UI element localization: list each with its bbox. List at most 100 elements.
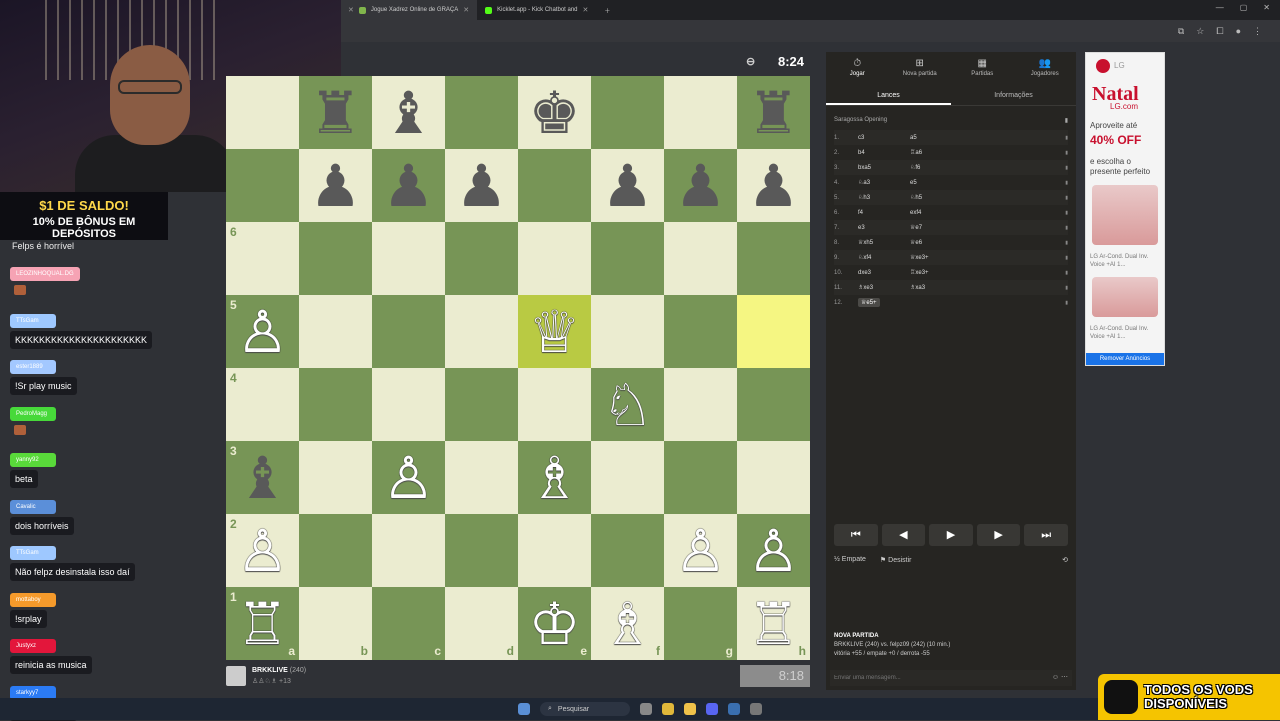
black-piece[interactable]: ♟	[748, 157, 800, 215]
square-c3[interactable]: ♙	[372, 441, 445, 514]
white-move[interactable]: ♕xh5	[858, 239, 910, 246]
square-f2[interactable]	[591, 514, 664, 587]
white-move[interactable]: ♕e5+	[858, 298, 880, 307]
black-piece[interactable]: ♝	[237, 449, 289, 507]
white-piece[interactable]: ♘	[602, 376, 654, 434]
white-move[interactable]: dxe3	[858, 270, 910, 276]
play-button[interactable]: ▶	[929, 524, 973, 546]
square-h1[interactable]: h ♖	[737, 587, 810, 660]
white-piece[interactable]: ♙	[237, 522, 289, 580]
close-icon[interactable]: ✕	[463, 6, 469, 14]
white-move[interactable]: ♘xf4	[858, 254, 910, 261]
square-e4[interactable]	[518, 368, 591, 441]
square-e1[interactable]: e ♔	[518, 587, 591, 660]
discord-icon[interactable]	[706, 703, 718, 715]
nav-games[interactable]: ▦ Partidas	[951, 52, 1014, 82]
black-piece[interactable]: ♝	[383, 84, 435, 142]
black-move[interactable]: e5	[910, 180, 1040, 186]
task-view-icon[interactable]	[640, 703, 652, 715]
square-f3[interactable]	[591, 441, 664, 514]
white-piece[interactable]: ♖	[237, 595, 289, 653]
install-icon[interactable]: ⧉	[1178, 26, 1184, 37]
square-e3[interactable]: ♗	[518, 441, 591, 514]
white-piece[interactable]: ♙	[675, 522, 727, 580]
profile-icon[interactable]: ●	[1236, 26, 1241, 36]
square-b6[interactable]	[299, 222, 372, 295]
square-g6[interactable]	[664, 222, 737, 295]
square-d5[interactable]	[445, 295, 518, 368]
new-tab-button[interactable]: ＋	[596, 0, 618, 20]
white-piece[interactable]: ♙	[383, 449, 435, 507]
square-e8[interactable]: ♚	[518, 76, 591, 149]
black-piece[interactable]: ♜	[748, 84, 800, 142]
square-d8[interactable]	[445, 76, 518, 149]
more-icon[interactable]: ⋯	[1061, 674, 1068, 681]
black-move[interactable]: ♖xe3+	[910, 269, 1040, 276]
square-g7[interactable]: ♟	[664, 149, 737, 222]
last-move-button[interactable]: ⏭	[1024, 524, 1068, 546]
square-e5[interactable]: ♕	[518, 295, 591, 368]
menu-icon[interactable]: ⋮	[1253, 26, 1262, 37]
square-d1[interactable]: d	[445, 587, 518, 660]
square-a5[interactable]: 5 ♙	[226, 295, 299, 368]
white-piece[interactable]: ♙	[237, 303, 289, 361]
square-c1[interactable]: c	[372, 587, 445, 660]
square-a6[interactable]: 6	[226, 222, 299, 295]
ad-banner[interactable]: LG Natal LG.com Aproveite até 40% OFF e …	[1085, 52, 1165, 366]
settings-icon[interactable]	[750, 703, 762, 715]
white-piece[interactable]: ♙	[748, 522, 800, 580]
white-piece[interactable]: ♔	[529, 595, 581, 653]
black-piece[interactable]: ♟	[675, 157, 727, 215]
square-b1[interactable]: b	[299, 587, 372, 660]
square-h4[interactable]	[737, 368, 810, 441]
player-username[interactable]: BRKKLIVE	[252, 667, 288, 674]
black-move[interactable]: ♗xa3	[910, 284, 1040, 291]
nav-new-game[interactable]: ⊞ Nova partida	[889, 52, 952, 82]
bookmark-star-icon[interactable]: ☆	[1196, 26, 1204, 37]
square-e7[interactable]	[518, 149, 591, 222]
windows-start-icon[interactable]	[518, 703, 530, 715]
square-g2[interactable]: ♙	[664, 514, 737, 587]
chat-username[interactable]: LEOZINHOQUAL.DG	[10, 267, 80, 281]
square-b4[interactable]	[299, 368, 372, 441]
browser-tab-chess[interactable]: ✕ Jogue Xadrez Online de GRAÇA ✕	[340, 0, 478, 20]
white-move[interactable]: e3	[858, 225, 910, 231]
remove-ads-button[interactable]: Remover Anúncios	[1086, 353, 1164, 365]
book-icon[interactable]: ▮	[1065, 117, 1068, 124]
square-c8[interactable]: ♝	[372, 76, 445, 149]
square-b2[interactable]	[299, 514, 372, 587]
black-piece[interactable]: ♟	[383, 157, 435, 215]
close-icon[interactable]: ✕	[583, 6, 589, 14]
square-f8[interactable]	[591, 76, 664, 149]
folder-icon[interactable]	[684, 703, 696, 715]
chat-username[interactable]: PedroMagg	[10, 406, 56, 421]
chat-username[interactable]: TTsGam	[10, 313, 56, 328]
white-piece[interactable]: ♖	[748, 595, 800, 653]
extensions-icon[interactable]: ⧠	[1216, 26, 1223, 37]
black-move[interactable]: ♕xe3+	[910, 254, 1040, 261]
square-d7[interactable]: ♟	[445, 149, 518, 222]
square-e2[interactable]	[518, 514, 591, 587]
tab-moves[interactable]: Lances	[826, 84, 951, 105]
close-window-icon[interactable]: ✕	[1263, 3, 1270, 12]
square-g4[interactable]	[664, 368, 737, 441]
square-d4[interactable]	[445, 368, 518, 441]
square-f1[interactable]: f ♗	[591, 587, 664, 660]
square-h2[interactable]: ♙	[737, 514, 810, 587]
white-move[interactable]: ♘a3	[858, 179, 910, 186]
square-h6[interactable]	[737, 222, 810, 295]
square-c4[interactable]	[372, 368, 445, 441]
black-move[interactable]: a5	[910, 135, 1040, 141]
square-a2[interactable]: 2 ♙	[226, 514, 299, 587]
square-h5[interactable]	[737, 295, 810, 368]
square-g5[interactable]	[664, 295, 737, 368]
emoji-icon[interactable]: ☺	[1052, 674, 1059, 681]
square-a4[interactable]: 4	[226, 368, 299, 441]
chat-username[interactable]: Cavalic	[10, 499, 56, 514]
square-f7[interactable]: ♟	[591, 149, 664, 222]
chat-username[interactable]: yanny92	[10, 453, 56, 467]
white-move[interactable]: f4	[858, 210, 910, 216]
square-e6[interactable]	[518, 222, 591, 295]
black-piece[interactable]: ♟	[456, 157, 508, 215]
black-move[interactable]: ♘h5	[910, 194, 1040, 201]
